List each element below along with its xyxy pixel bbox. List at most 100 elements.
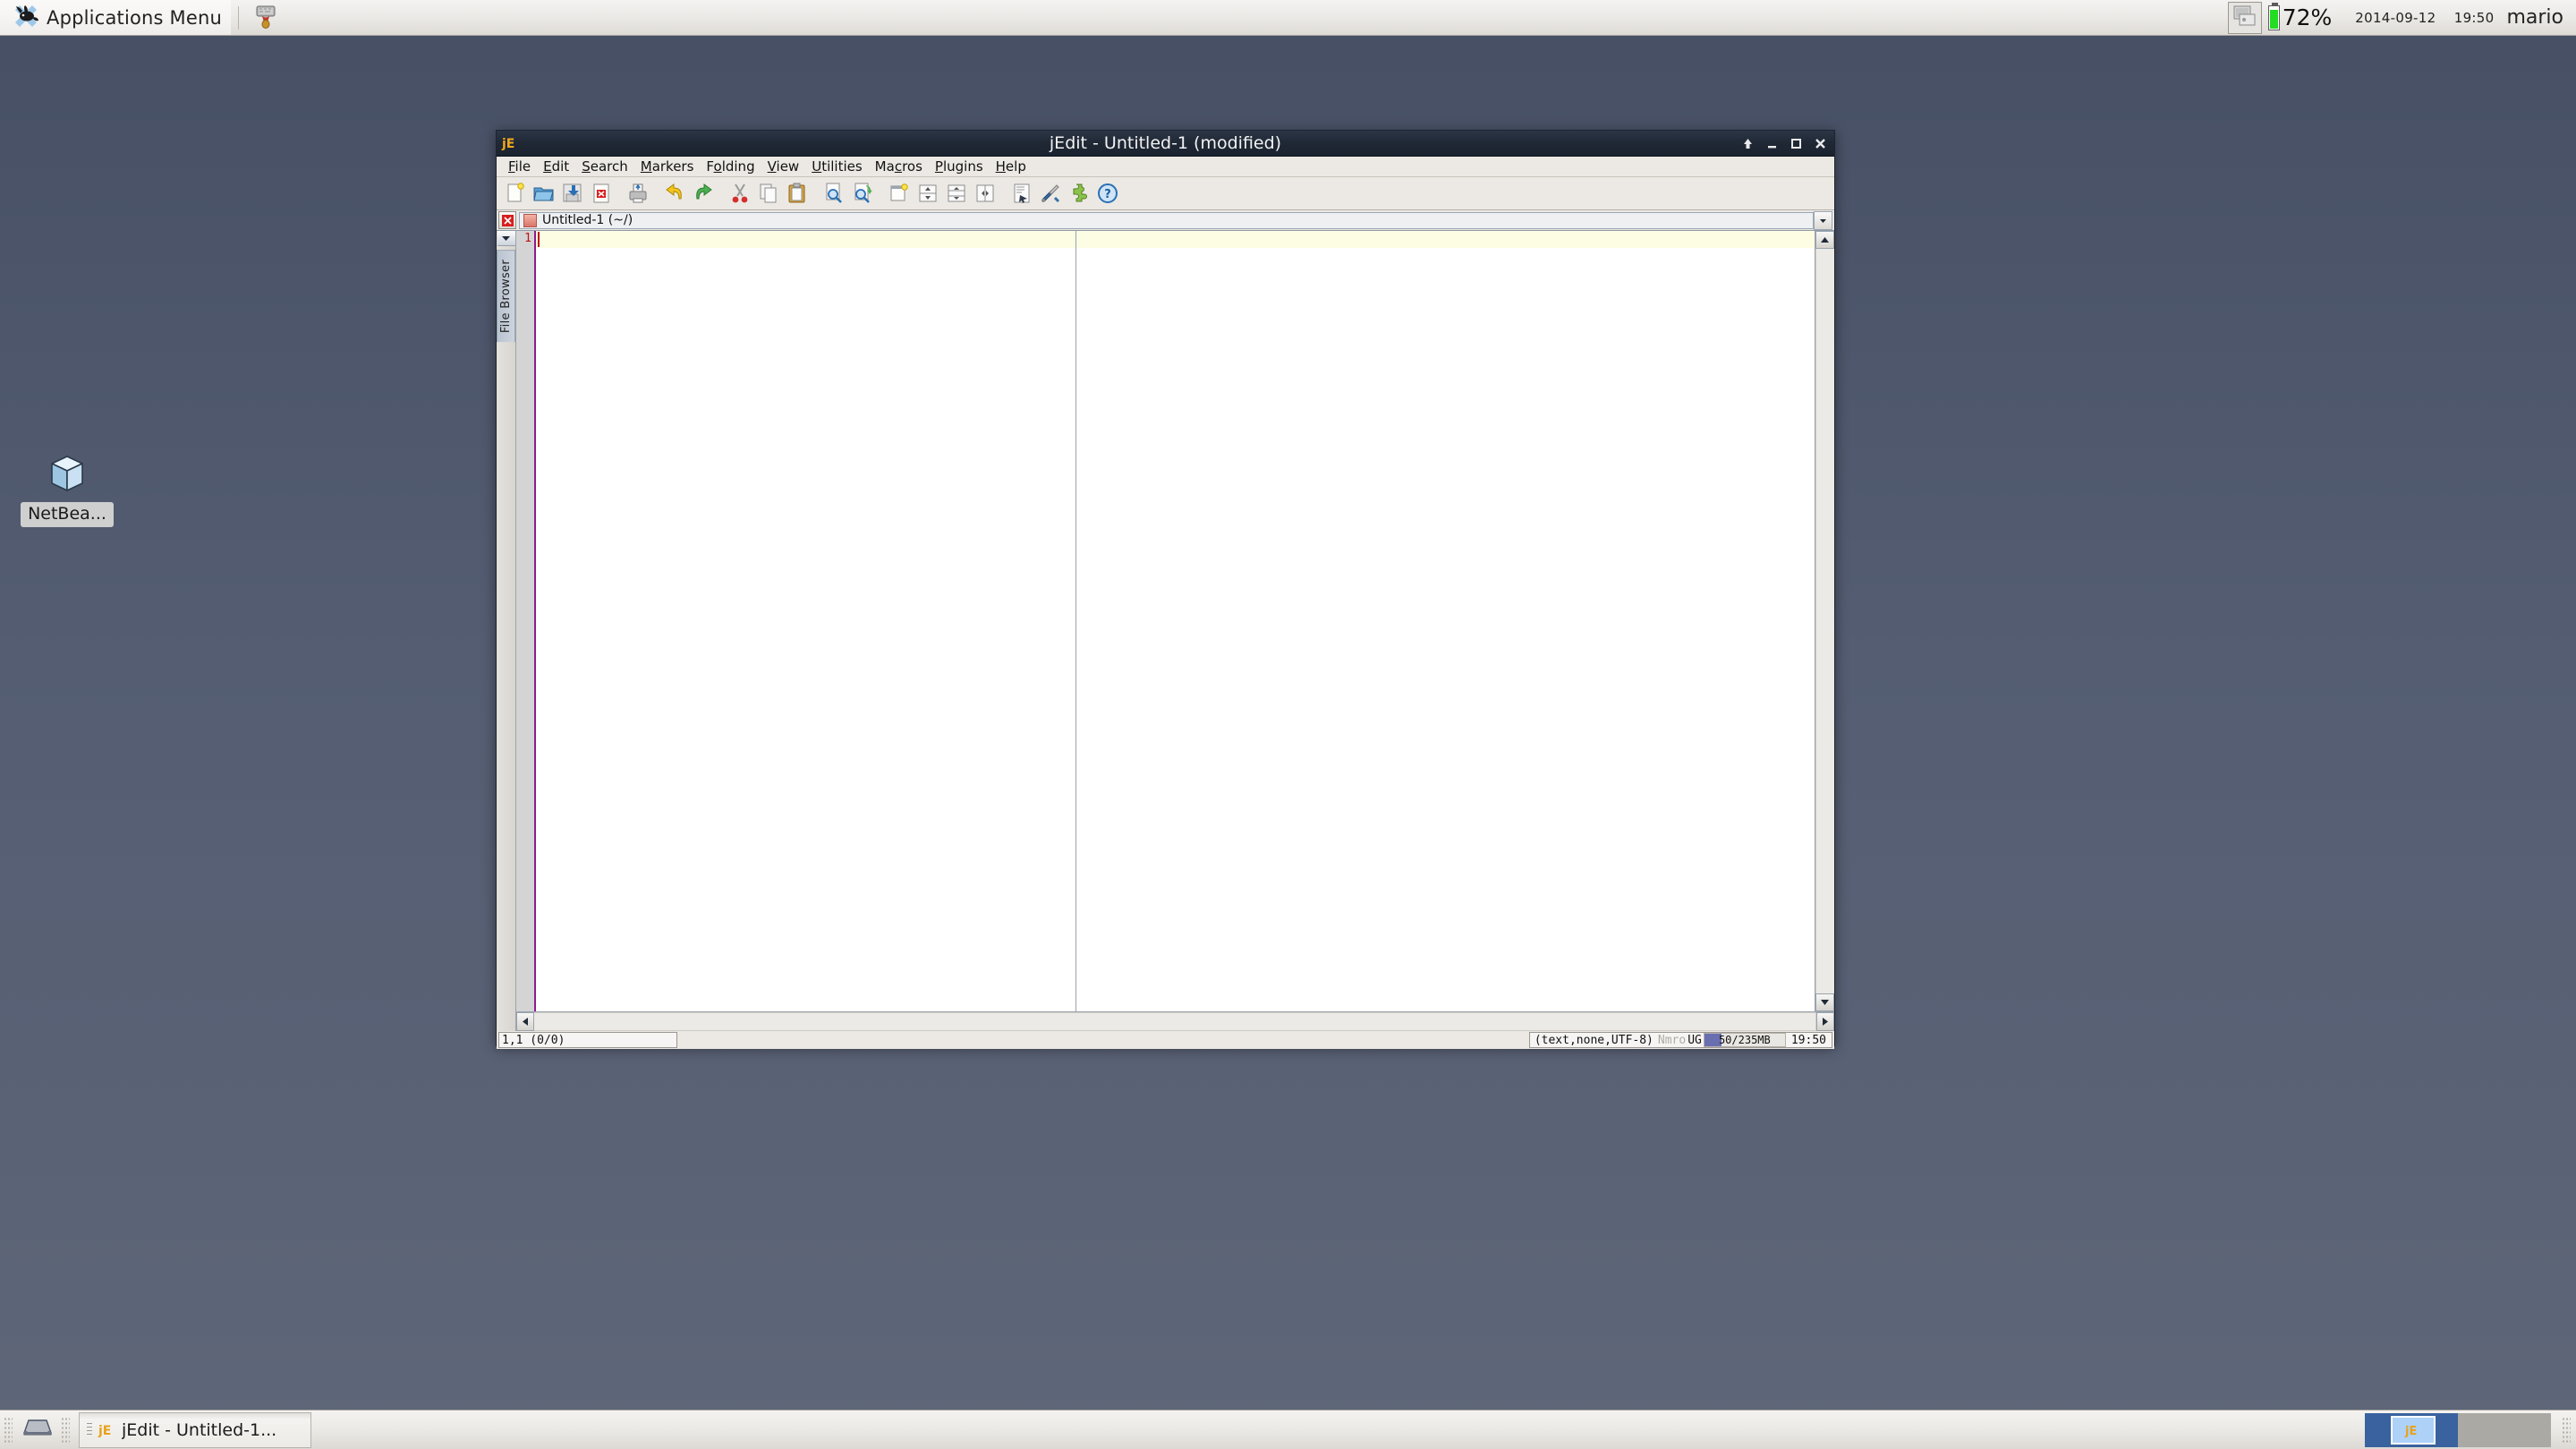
- maximize-button[interactable]: [1790, 137, 1803, 150]
- text-area[interactable]: [536, 231, 1815, 1011]
- window-titlebar[interactable]: jE jEdit - Untitled-1 (modified): [497, 131, 1834, 157]
- svg-text:jE: jE: [501, 137, 514, 151]
- plugin-manager-button[interactable]: [1066, 180, 1092, 207]
- status-flags-active[interactable]: UG: [1688, 1034, 1702, 1047]
- cut-button[interactable]: [727, 180, 753, 207]
- window-title: jEdit - Untitled-1 (modified): [1049, 133, 1282, 153]
- save-button[interactable]: [559, 180, 586, 207]
- menu-plugins[interactable]: Plugins: [929, 157, 990, 176]
- close-buffer-button[interactable]: [498, 211, 516, 229]
- panel-clock[interactable]: 2014-09-12 19:50: [2355, 10, 2494, 26]
- print-button[interactable]: [625, 180, 651, 207]
- left-dock-toggle[interactable]: [497, 231, 515, 246]
- undo-button[interactable]: [661, 180, 688, 207]
- scroll-down-arrow[interactable]: [1815, 993, 1834, 1011]
- scroll-up-arrow[interactable]: [1815, 231, 1834, 249]
- text-caret: [538, 232, 540, 247]
- close-file-button[interactable]: [588, 180, 615, 207]
- new-view-button[interactable]: [886, 180, 913, 207]
- taskbar-handle-left[interactable]: [4, 1416, 13, 1444]
- workspace-2[interactable]: [2458, 1412, 2551, 1447]
- show-desktop-icon: [22, 1417, 53, 1444]
- split-horizontal-button[interactable]: [914, 180, 941, 207]
- buffer-switcher-bar: Untitled-1 (~/): [497, 210, 1834, 230]
- copy-button[interactable]: [755, 180, 782, 207]
- menu-markers[interactable]: Markers: [634, 157, 701, 176]
- scroll-left-arrow[interactable]: [516, 1012, 534, 1031]
- jedit-window: jE jEdit - Untitled-1 (modified) FFileil…: [496, 130, 1835, 1049]
- redo-button[interactable]: [690, 180, 717, 207]
- menu-edit[interactable]: Edit: [537, 157, 575, 176]
- memory-label: 50/235MB: [1718, 1034, 1771, 1046]
- line-number-gutter[interactable]: 1: [516, 231, 536, 1011]
- current-line-highlight: [536, 231, 1815, 248]
- new-file-button[interactable]: [502, 180, 529, 207]
- battery-percent-label: 72%: [2282, 4, 2333, 30]
- horizontal-scrollbar[interactable]: [516, 1011, 1834, 1031]
- memory-indicator[interactable]: 50/235MB: [1703, 1033, 1786, 1047]
- left-dock: File Browser: [497, 231, 516, 1031]
- paste-button[interactable]: [784, 180, 811, 207]
- panel-separator: [238, 5, 240, 30]
- open-file-button[interactable]: [531, 180, 557, 207]
- sidebar-item-file-browser[interactable]: File Browser: [497, 250, 515, 343]
- menu-folding[interactable]: Folding: [700, 157, 761, 176]
- battery-indicator[interactable]: 72%: [2267, 2, 2333, 30]
- menu-macros[interactable]: Macros: [869, 157, 929, 176]
- find-next-button[interactable]: [849, 180, 876, 207]
- paste-previous-button[interactable]: [1008, 180, 1035, 207]
- panel-right-group: 72% 2014-09-12 19:50 mario: [2227, 0, 2576, 35]
- battery-icon: [2267, 2, 2280, 30]
- menu-file[interactable]: FFileile: [502, 157, 537, 176]
- taskbar-handle-right[interactable]: [2562, 1416, 2571, 1444]
- terminal-launcher-button[interactable]: [250, 2, 282, 34]
- window-controls: [1741, 137, 1834, 150]
- workspace-1[interactable]: jE: [2365, 1412, 2458, 1447]
- split-vertical-button[interactable]: [943, 180, 970, 207]
- toolbar: ?: [497, 177, 1834, 210]
- svg-text:?: ?: [1104, 188, 1111, 201]
- applications-menu-button[interactable]: Applications Menu: [0, 0, 232, 35]
- taskbar-handle-tasks[interactable]: [61, 1416, 70, 1444]
- desktop-icon-netbeans[interactable]: NetBea...: [18, 452, 116, 527]
- buffer-mode-label: (text,none,UTF-8): [1534, 1033, 1654, 1047]
- scroll-right-arrow[interactable]: [1816, 1012, 1834, 1031]
- panel-time-label: 19:50: [2453, 9, 2495, 26]
- display-settings-button[interactable]: [2227, 1, 2262, 34]
- wrap-guide-line: [1075, 231, 1076, 1011]
- battery-fill: [2269, 9, 2278, 29]
- task-button-label: jEdit - Untitled-1...: [122, 1419, 277, 1440]
- task-button-jedit[interactable]: jE jEdit - Untitled-1...: [79, 1411, 311, 1448]
- horizontal-scroll-track[interactable]: [534, 1012, 1816, 1031]
- buffer-document-icon: [523, 213, 537, 227]
- shade-button[interactable]: [1741, 137, 1755, 150]
- applications-menu-label: Applications Menu: [47, 6, 223, 29]
- find-button[interactable]: [820, 180, 847, 207]
- status-flags-inactive[interactable]: Nmro: [1658, 1034, 1686, 1047]
- vertical-scroll-track[interactable]: [1815, 249, 1834, 993]
- global-options-button[interactable]: [1037, 180, 1064, 207]
- show-desktop-button[interactable]: [18, 1412, 57, 1448]
- help-button[interactable]: ?: [1094, 180, 1121, 207]
- statusbar-clock: 19:50: [1790, 1033, 1826, 1047]
- xfce-taskbar: jE jEdit - Untitled-1... jE: [0, 1410, 2576, 1449]
- desktop-icon-label: NetBea...: [21, 502, 114, 527]
- vertical-scrollbar[interactable]: [1815, 231, 1834, 1011]
- menu-utilities[interactable]: Utilities: [805, 157, 868, 176]
- unsplit-button[interactable]: [972, 180, 999, 207]
- buffer-combo-arrow[interactable]: [1814, 210, 1832, 230]
- menu-help[interactable]: Help: [990, 157, 1033, 176]
- task-grip: [87, 1422, 92, 1437]
- close-button[interactable]: [1814, 137, 1827, 150]
- panel-date-label: 2014-09-12: [2355, 9, 2436, 26]
- menu-search[interactable]: Search: [575, 157, 634, 176]
- minimize-button[interactable]: [1765, 137, 1779, 150]
- menu-view[interactable]: View: [761, 157, 806, 176]
- display-settings-icon: [2233, 5, 2257, 30]
- workspace-pager: jE: [2365, 1412, 2551, 1448]
- statusbar-right-group: (text,none,UTF-8) Nmro UG 50/235MB 19:50: [1528, 1032, 1832, 1048]
- buffer-combo[interactable]: Untitled-1 (~/): [519, 211, 1814, 229]
- editor-area: File Browser 1: [497, 230, 1834, 1031]
- panel-username-label[interactable]: mario: [2506, 6, 2563, 29]
- xfce-top-panel: Applications Menu 72% 2014-09-12 19:50 m…: [0, 0, 2576, 36]
